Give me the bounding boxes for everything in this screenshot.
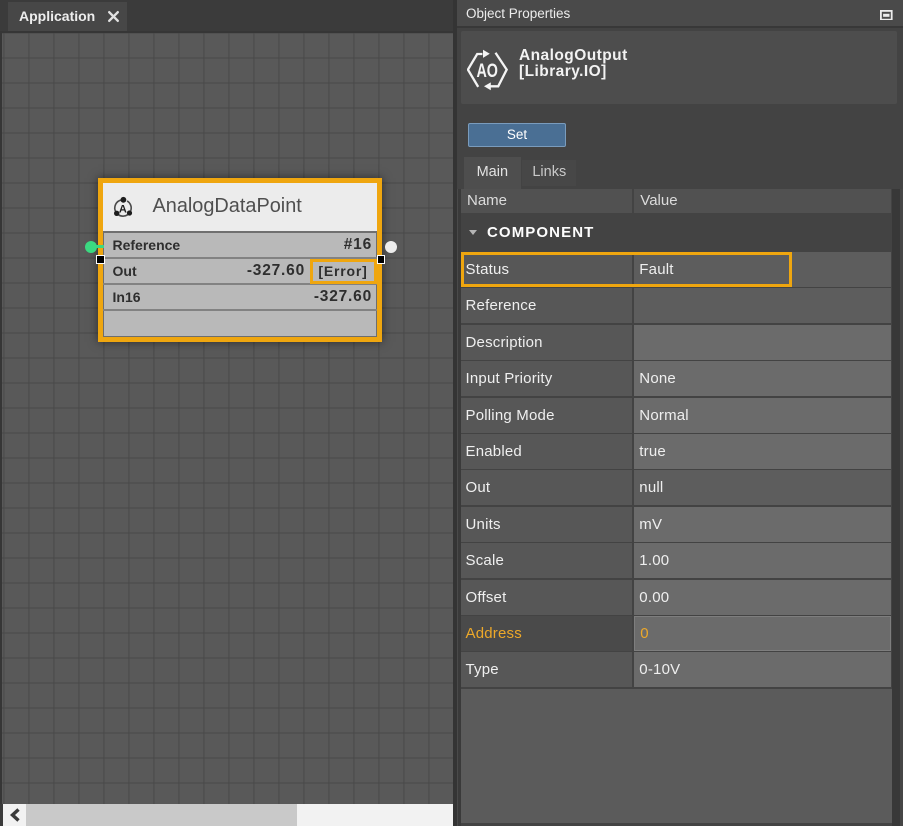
svg-text:A: A xyxy=(118,203,126,215)
svg-text:AO: AO xyxy=(476,60,498,82)
